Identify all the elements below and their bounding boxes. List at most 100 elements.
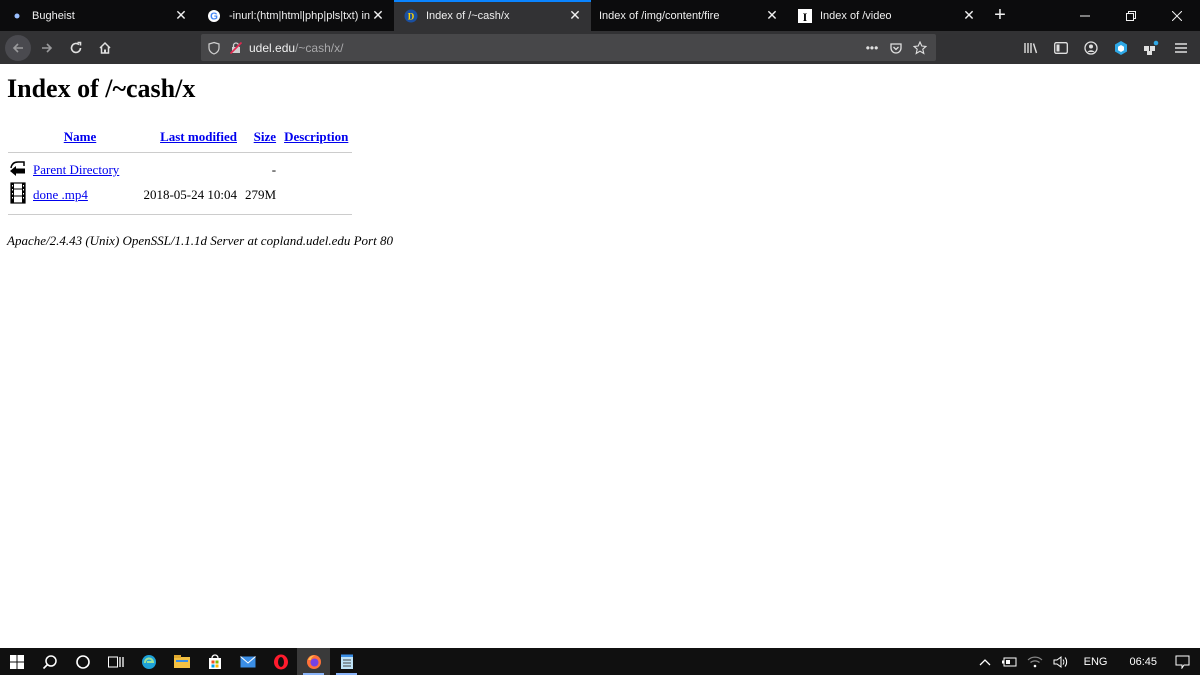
row-modified-cell: 2018-05-24 10:04 — [143, 187, 237, 202]
cortana-icon[interactable] — [66, 648, 99, 675]
wifi-icon[interactable] — [1022, 648, 1048, 675]
tab-label: Bugheist — [32, 9, 75, 22]
clock[interactable]: 06:45 — [1117, 648, 1169, 675]
file-link[interactable]: done .mp4 — [33, 187, 88, 202]
task-view-icon[interactable] — [99, 648, 132, 675]
close-icon[interactable]: ✕ — [173, 7, 189, 24]
page-content: Index of /~cash/x Name Last modified Siz… — [0, 64, 1200, 648]
tab-index-video[interactable]: I Index of /video ✕ — [788, 0, 985, 31]
forward-button[interactable] — [33, 34, 61, 62]
tab-label: Index of /~cash/x — [426, 9, 510, 22]
divider — [8, 214, 353, 215]
url-actions: ••• — [860, 36, 936, 60]
url-text[interactable]: udel.edu/~cash/x/ — [249, 41, 343, 55]
search-icon[interactable] — [33, 648, 66, 675]
tab-index-img-fire[interactable]: Index of /img/content/fire ✕ — [591, 0, 788, 31]
notifications-icon[interactable] — [1169, 648, 1200, 675]
column-header-description: Description — [280, 126, 352, 148]
reload-icon — [70, 41, 82, 53]
separator-row — [8, 148, 353, 158]
row-description-cell — [280, 158, 352, 182]
sidebar-icon[interactable] — [1046, 34, 1076, 62]
i-icon: I — [798, 8, 812, 23]
pocket-icon[interactable] — [884, 36, 908, 60]
input-language-indicator[interactable]: ENG — [1074, 648, 1118, 675]
notepad-icon[interactable] — [330, 648, 363, 675]
sort-by-modified-link[interactable]: Last modified — [160, 129, 237, 144]
sort-by-size-link[interactable]: Size — [254, 129, 276, 144]
row-icon-cell — [8, 158, 29, 182]
close-icon[interactable]: ✕ — [370, 7, 386, 24]
menu-icon[interactable] — [1166, 34, 1196, 62]
row-modified-cell — [131, 158, 241, 182]
bookmark-star-icon[interactable] — [908, 36, 932, 60]
opera-icon[interactable] — [264, 648, 297, 675]
store-icon[interactable] — [198, 648, 231, 675]
sort-by-description-link[interactable]: Description — [284, 129, 348, 144]
show-hidden-icons-chevron-icon[interactable] — [974, 648, 996, 675]
dot-icon — [10, 9, 24, 23]
windows-start-icon[interactable] — [0, 648, 33, 675]
row-name-cell: done .mp4 — [29, 182, 131, 208]
tab-bugheist[interactable]: Bugheist ✕ — [0, 0, 197, 31]
row-description-cell — [280, 182, 352, 208]
table-header-row: Name Last modified Size Description — [8, 126, 352, 148]
column-header-size: Size — [241, 126, 280, 148]
column-header-modified: Last modified — [131, 126, 241, 148]
firefox-icon[interactable] — [297, 648, 330, 675]
reload-button[interactable] — [62, 34, 90, 62]
extension-cube-icon[interactable] — [1106, 34, 1136, 62]
separator-row — [8, 208, 353, 218]
home-icon — [99, 41, 111, 54]
tab-google-search[interactable]: G -inurl:(htm|html|php|pls|txt) in ✕ — [197, 0, 394, 31]
volume-icon[interactable] — [1048, 648, 1074, 675]
table-row: done .mp4 2018-05-24 10:04 279M — [8, 182, 352, 208]
parent-directory-link[interactable]: Parent Directory — [33, 162, 119, 177]
sort-by-name-link[interactable]: Name — [64, 129, 97, 144]
library-icon[interactable] — [1016, 34, 1046, 62]
page-actions-button[interactable]: ••• — [860, 36, 884, 60]
tracking-shield-icon[interactable] — [207, 41, 221, 55]
tab-label: Index of /video — [820, 9, 892, 22]
account-icon[interactable] — [1076, 34, 1106, 62]
column-header-name: Name — [29, 126, 131, 148]
svg-text:G: G — [210, 11, 218, 22]
minimize-icon[interactable] — [1062, 0, 1108, 31]
tab-index-cash-x[interactable]: D Index of /~cash/x ✕ — [394, 0, 591, 31]
windows-taskbar: ENG 06:45 — [0, 648, 1200, 675]
back-button[interactable] — [4, 34, 32, 62]
insecure-lock-icon[interactable] — [229, 41, 243, 55]
file-explorer-icon[interactable] — [165, 648, 198, 675]
directory-listing-table: Name Last modified Size Description Pare… — [8, 126, 353, 218]
close-icon[interactable]: ✕ — [567, 7, 583, 24]
battery-icon[interactable] — [996, 648, 1022, 675]
tab-strip: Bugheist ✕ G -inurl:(htm|html|php|pls|tx… — [0, 0, 1200, 31]
restore-icon[interactable] — [1108, 0, 1154, 31]
close-window-icon[interactable] — [1154, 0, 1200, 31]
system-tray: ENG 06:45 — [974, 648, 1200, 675]
window-controls — [1062, 0, 1200, 31]
page-title: Index of /~cash/x — [7, 74, 196, 103]
back-arrow-icon — [5, 34, 31, 61]
home-button[interactable] — [91, 34, 119, 62]
forward-arrow-icon — [42, 42, 53, 53]
film-icon — [10, 182, 26, 204]
back-folder-icon — [10, 161, 25, 176]
url-host: udel.edu — [249, 40, 296, 55]
extensions-icon[interactable] — [1136, 34, 1166, 62]
divider — [8, 152, 353, 153]
svg-text:I: I — [803, 10, 808, 23]
edge-icon[interactable] — [132, 648, 165, 675]
table-row: Parent Directory - — [8, 158, 352, 182]
close-icon[interactable]: ✕ — [961, 7, 977, 24]
close-icon[interactable]: ✕ — [764, 7, 780, 24]
row-size-cell: 279M — [245, 187, 277, 202]
navigation-toolbar: udel.edu/~cash/x/ ••• — [0, 31, 1200, 64]
udel-icon: D — [404, 9, 418, 23]
new-tab-button[interactable]: + — [985, 0, 1015, 31]
row-name-cell: Parent Directory — [29, 158, 131, 182]
mail-icon[interactable] — [231, 648, 264, 675]
url-bar[interactable]: udel.edu/~cash/x/ ••• — [201, 34, 936, 61]
row-size-cell: - — [271, 162, 277, 177]
url-path: /~cash/x/ — [295, 40, 344, 55]
